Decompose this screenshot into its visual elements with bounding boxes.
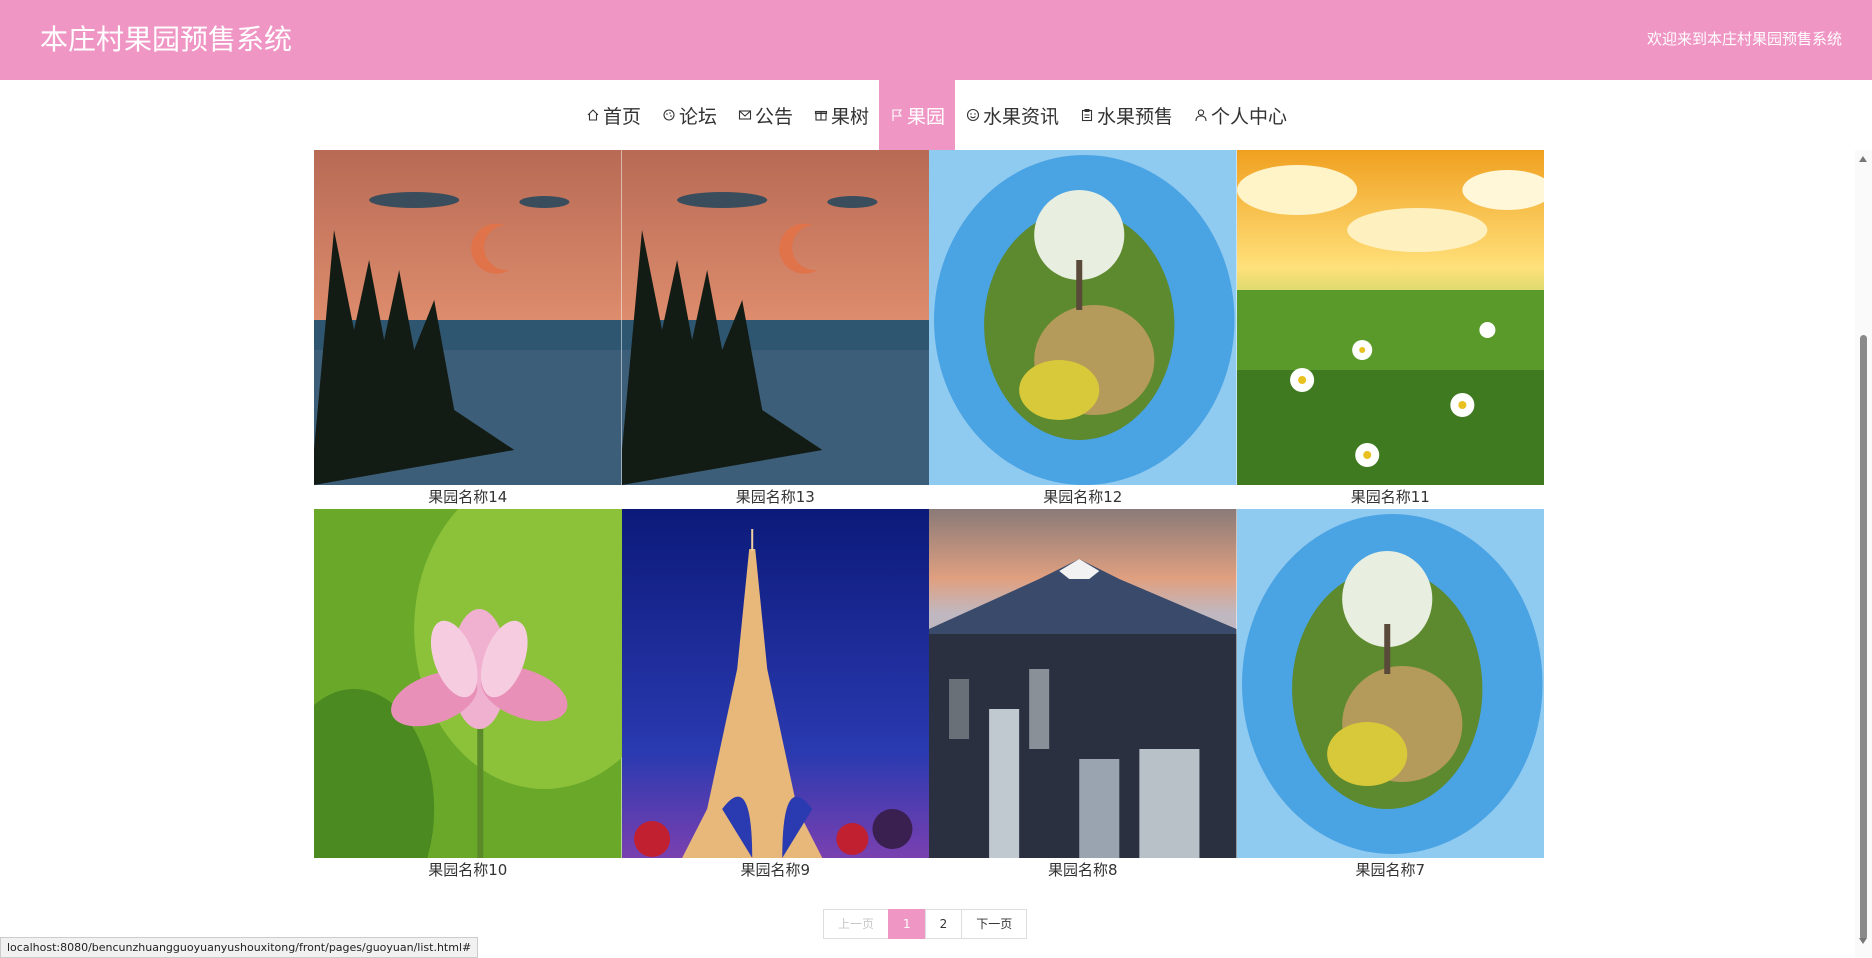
site-title: 本庄村果园预售系统: [40, 23, 293, 56]
page-1-button[interactable]: 1: [888, 909, 926, 939]
orchard-name[interactable]: 果园名称10: [314, 858, 622, 882]
scroll-down-arrow-icon[interactable]: [1859, 938, 1867, 944]
scrollbar-thumb[interactable]: [1860, 335, 1867, 940]
orchard-row: 果园名称14 果园名称13 果园名称12 果园名称11: [314, 150, 1544, 509]
orchard-name[interactable]: 果园名称8: [929, 858, 1237, 882]
site-header: 本庄村果园预售系统 欢迎来到本庄村果园预售系统: [0, 0, 1872, 80]
orchard-card[interactable]: 果园名称11: [1236, 150, 1545, 509]
orchard-card[interactable]: 果园名称10: [314, 509, 622, 882]
orchard-card[interactable]: 果园名称13: [621, 150, 930, 509]
orchard-name[interactable]: 果园名称11: [1237, 485, 1545, 509]
prev-page-button[interactable]: 上一页: [823, 909, 890, 939]
nav-item-orchard[interactable]: 果园: [879, 80, 956, 150]
nav-label-fruit-tree: 果树: [830, 105, 869, 128]
nav-label-forum: 论坛: [678, 105, 717, 128]
orchard-image[interactable]: [1236, 509, 1544, 858]
nav-item-fruit-news[interactable]: 水果资讯: [955, 80, 1069, 150]
nav-label-orchard: 果园: [907, 105, 946, 128]
orchard-card[interactable]: 果园名称14: [314, 150, 622, 509]
scroll-up-arrow-icon[interactable]: [1859, 156, 1867, 162]
orchard-row: 果园名称10 果园名称9 果园名称8 果园名称7: [314, 509, 1544, 882]
nav-item-home[interactable]: 首页: [575, 80, 651, 150]
nav-item-forum[interactable]: 论坛: [651, 80, 727, 150]
pagination: 上一页 1 2 下一页: [823, 909, 1028, 939]
nav-label-home: 首页: [602, 105, 641, 128]
orchard-name[interactable]: 果园名称13: [622, 485, 930, 509]
orchard-card[interactable]: 果园名称9: [621, 509, 930, 882]
status-bar-url: localhost:8080/bencunzhuangguoyuanyushou…: [0, 937, 479, 958]
nav-item-notice[interactable]: 公告: [727, 80, 803, 150]
page-2-button[interactable]: 2: [924, 909, 963, 939]
nav-item-fruit-presale[interactable]: 水果预售: [1069, 80, 1183, 150]
orchard-image[interactable]: [1236, 150, 1544, 485]
nav-label-profile: 个人中心: [1211, 105, 1288, 128]
orchard-name[interactable]: 果园名称7: [1237, 858, 1545, 882]
orchard-image[interactable]: [929, 509, 1237, 858]
nav-item-profile[interactable]: 个人中心: [1183, 80, 1297, 150]
orchard-image[interactable]: [621, 509, 929, 858]
flag-icon: [889, 107, 905, 123]
smile-icon: [965, 107, 981, 123]
nav-label-fruit-news: 水果资讯: [983, 105, 1060, 128]
home-icon: [585, 107, 601, 123]
user-icon: [1193, 107, 1209, 123]
main-nav: 首页 论坛 公告 果树 果园 水果资讯 水果预售 个人中心: [0, 80, 1872, 150]
orchard-image[interactable]: [621, 150, 929, 485]
mail-icon: [737, 107, 753, 123]
orchard-name[interactable]: 果园名称14: [314, 485, 622, 509]
nav-label-notice: 公告: [754, 105, 793, 128]
orchard-grid: 果园名称14 果园名称13 果园名称12 果园名称11 果园名称10 果园名称9…: [314, 150, 1544, 882]
welcome-text: 欢迎来到本庄村果园预售系统: [1646, 30, 1842, 48]
orchard-image[interactable]: [314, 509, 622, 858]
nav-label-fruit-presale: 水果预售: [1097, 105, 1174, 128]
orchard-card[interactable]: 果园名称8: [929, 509, 1237, 882]
orchard-image[interactable]: [929, 150, 1237, 485]
clipboard-icon: [1079, 107, 1095, 123]
orchard-image[interactable]: [314, 150, 622, 485]
forum-icon: [661, 107, 677, 123]
next-page-button[interactable]: 下一页: [961, 909, 1028, 939]
orchard-name[interactable]: 果园名称12: [929, 485, 1237, 509]
vertical-scrollbar[interactable]: [1855, 150, 1872, 958]
orchard-card[interactable]: 果园名称12: [929, 150, 1237, 509]
nav-item-fruit-tree[interactable]: 果树: [803, 80, 879, 150]
orchard-name[interactable]: 果园名称9: [622, 858, 930, 882]
orchard-card[interactable]: 果园名称7: [1236, 509, 1545, 882]
gift-icon: [813, 107, 829, 123]
